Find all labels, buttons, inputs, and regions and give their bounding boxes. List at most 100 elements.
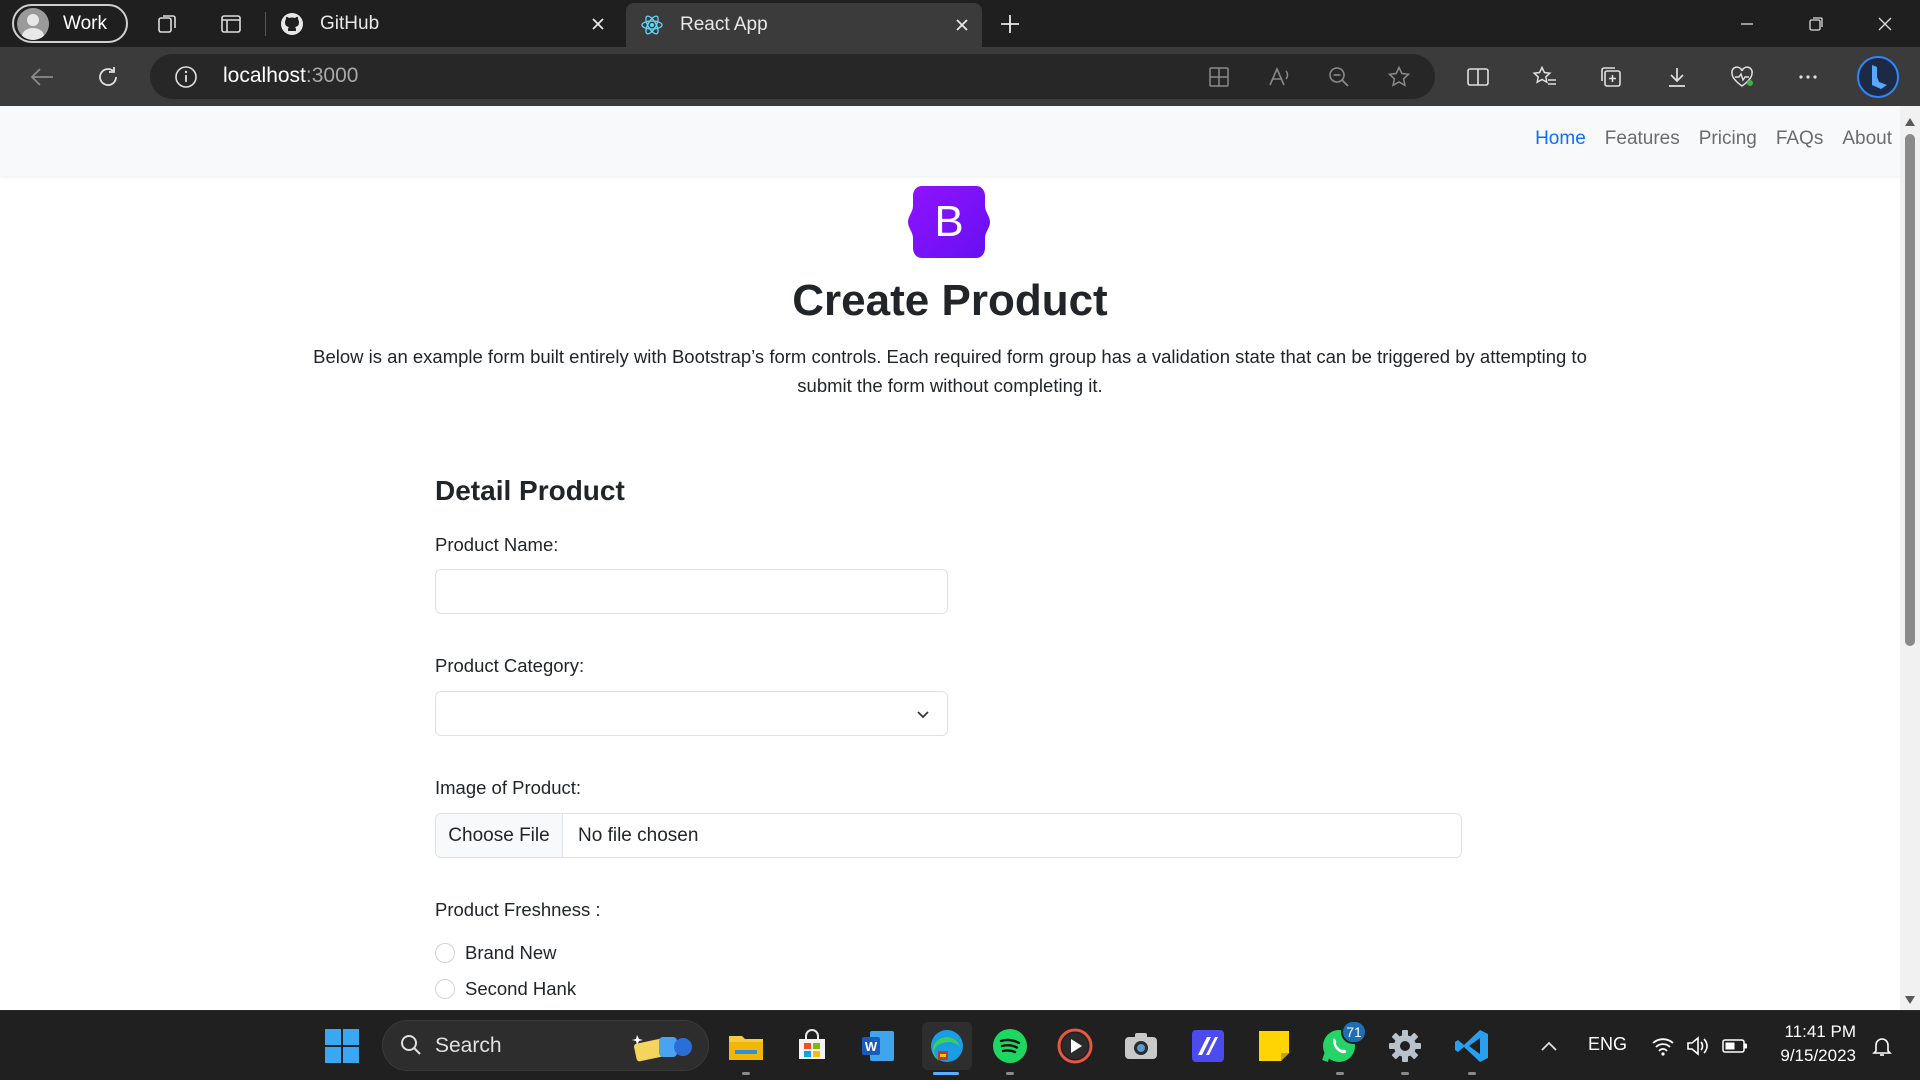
collections-icon[interactable] — [1595, 61, 1627, 93]
browser-tab-bar: Work GitHub React App — [0, 0, 1920, 47]
logo-letter: B — [934, 197, 963, 246]
address-bar[interactable]: localhost:3000 — [150, 54, 1435, 99]
tab-github[interactable]: GitHub — [266, 0, 618, 47]
split-screen-icon[interactable] — [1462, 61, 1494, 93]
sticky-notes-icon[interactable] — [1254, 1026, 1294, 1066]
tab-react-app[interactable]: React App — [626, 3, 982, 47]
close-tab-icon[interactable] — [588, 14, 608, 34]
bing-copilot-icon[interactable] — [1856, 55, 1900, 99]
nav-pricing[interactable]: Pricing — [1699, 128, 1757, 150]
restore-icon[interactable] — [1800, 8, 1832, 40]
workspaces-icon[interactable] — [154, 10, 182, 38]
read-aloud-icon[interactable] — [1267, 65, 1293, 94]
downloads-icon[interactable] — [1661, 61, 1693, 93]
page: Home Features Pricing FAQs About B Creat… — [0, 106, 1900, 1010]
word-icon[interactable]: W — [858, 1026, 898, 1066]
nav-faqs[interactable]: FAQs — [1776, 128, 1824, 150]
windows-start-icon[interactable] — [322, 1026, 362, 1066]
close-tab-icon[interactable] — [952, 15, 972, 35]
section-title: Detail Product — [435, 475, 625, 506]
product-category-select[interactable] — [435, 691, 948, 736]
back-icon[interactable] — [26, 61, 58, 93]
search-label: Search — [435, 1034, 502, 1057]
zoom-out-icon[interactable] — [1327, 65, 1351, 94]
freshness-option-brand-new[interactable]: Brand New — [435, 942, 557, 964]
language-indicator[interactable]: ENG — [1588, 1034, 1627, 1055]
microsoft-store-icon[interactable] — [792, 1026, 832, 1066]
browser-essentials-icon[interactable] — [1726, 61, 1758, 93]
notifications-icon[interactable] — [1862, 1026, 1902, 1066]
favorites-icon[interactable] — [1529, 61, 1561, 93]
edge-icon[interactable] — [922, 1022, 972, 1070]
github-icon — [280, 12, 304, 36]
clock-date[interactable]: 9/15/2023 — [1766, 1046, 1856, 1066]
search-highlight-icon — [631, 1029, 697, 1069]
freshness-option-second-hank[interactable]: Second Hank — [435, 978, 576, 1000]
profile-button[interactable]: Work — [12, 4, 128, 43]
product-category-label: Product Category: — [435, 655, 585, 676]
media-player-icon[interactable] — [1055, 1026, 1095, 1066]
avatar — [17, 7, 49, 40]
choose-file-button[interactable]: Choose File — [436, 814, 563, 857]
radio-second-hank[interactable] — [435, 979, 455, 999]
running-indicator — [1468, 1072, 1476, 1075]
site-info-icon[interactable] — [174, 65, 198, 94]
radio-label: Second Hank — [465, 978, 577, 999]
nav-home[interactable]: Home — [1535, 128, 1586, 150]
search-icon — [399, 1033, 423, 1063]
image-file-input[interactable]: Choose File No file chosen — [435, 813, 1462, 858]
react-icon — [640, 13, 664, 37]
taskbar-search[interactable]: Search — [382, 1020, 709, 1071]
stylus-app-icon[interactable] — [1188, 1026, 1228, 1066]
page-scrollbar[interactable] — [1900, 106, 1920, 1010]
camera-icon[interactable] — [1121, 1026, 1161, 1066]
file-status: No file chosen — [578, 824, 699, 846]
chevron-up-icon[interactable] — [1529, 1026, 1569, 1066]
running-indicator — [1401, 1072, 1409, 1075]
running-indicator — [1336, 1072, 1344, 1075]
url-port: :3000 — [305, 64, 359, 87]
page-description: Below is an example form built entirely … — [313, 346, 1587, 396]
freshness-label: Product Freshness : — [435, 899, 601, 920]
tab-label: GitHub — [320, 12, 380, 34]
nav-about[interactable]: About — [1842, 128, 1892, 150]
active-indicator — [933, 1072, 959, 1075]
product-name-label: Product Name: — [435, 534, 559, 555]
radio-label: Brand New — [465, 942, 557, 963]
tab-actions-icon[interactable] — [217, 10, 245, 38]
battery-icon[interactable] — [1715, 1026, 1755, 1066]
clock-time[interactable]: 11:41 PM — [1776, 1022, 1856, 1042]
running-indicator — [1006, 1072, 1014, 1075]
running-indicator — [742, 1072, 750, 1075]
app-available-icon[interactable] — [1207, 65, 1231, 94]
scroll-thumb[interactable] — [1905, 134, 1915, 646]
tab-label: React App — [680, 14, 768, 35]
image-label: Image of Product: — [435, 777, 582, 798]
scroll-up-icon[interactable] — [1904, 114, 1916, 126]
settings-icon[interactable] — [1385, 1026, 1425, 1066]
new-tab-icon[interactable] — [996, 10, 1024, 38]
vscode-icon[interactable] — [1452, 1026, 1492, 1066]
chevron-down-icon — [915, 706, 931, 722]
notification-badge: 71 — [1341, 1020, 1367, 1044]
radio-brand-new[interactable] — [435, 943, 455, 963]
profile-label: Work — [63, 12, 107, 34]
browser-toolbar: localhost:3000 — [0, 47, 1920, 106]
minimize-icon[interactable] — [1731, 8, 1763, 40]
svg-text:W: W — [865, 1039, 878, 1054]
bootstrap-logo: B — [908, 186, 990, 258]
nav-features[interactable]: Features — [1605, 128, 1680, 150]
spotify-icon[interactable] — [990, 1026, 1030, 1066]
windows-taskbar: Search W 71 ENG 11:41 PM 9/15/2023 — [0, 1010, 1920, 1080]
volume-icon[interactable] — [1677, 1026, 1717, 1066]
more-options-icon[interactable] — [1792, 61, 1824, 93]
reload-icon[interactable] — [92, 61, 124, 93]
url-text[interactable]: localhost:3000 — [223, 64, 358, 88]
nav-links: Home Features Pricing FAQs About — [1535, 128, 1892, 150]
favorite-star-icon[interactable] — [1387, 65, 1411, 94]
page-title: Create Product — [792, 276, 1108, 325]
product-name-input[interactable] — [435, 569, 948, 614]
scroll-down-icon[interactable] — [1904, 992, 1916, 1004]
file-explorer-icon[interactable] — [726, 1026, 766, 1066]
close-window-icon[interactable] — [1869, 8, 1901, 40]
